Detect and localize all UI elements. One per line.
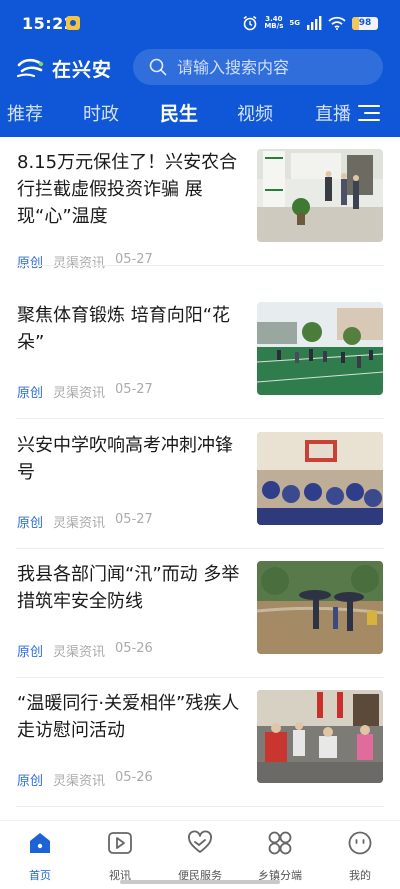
signal-bars-icon bbox=[307, 16, 322, 30]
wifi-icon bbox=[328, 16, 346, 30]
bottom-nav: 首页 视讯 便民服务 乡镇分端 我的 bbox=[0, 820, 400, 889]
news-item[interactable]: 8.15万元保住了！兴安农合行拦截虚假投资诈骗 展现“心”温度 原创 灵渠资讯 … bbox=[0, 137, 400, 271]
news-source: 灵渠资讯 bbox=[53, 386, 106, 401]
app-notification-icon bbox=[66, 16, 80, 30]
news-date: 05-27 bbox=[115, 512, 153, 527]
news-thumbnail[interactable] bbox=[257, 149, 383, 242]
news-meta: 原创 灵渠资讯 05-26 bbox=[17, 641, 153, 660]
grid-flower-icon bbox=[268, 831, 292, 855]
news-thumbnail[interactable] bbox=[257, 690, 383, 783]
home-indicator[interactable] bbox=[120, 880, 280, 884]
tab-recommend[interactable]: 推荐 bbox=[7, 100, 43, 126]
tab-video[interactable]: 视频 bbox=[237, 100, 273, 126]
news-meta: 原创 灵渠资讯 05-27 bbox=[17, 512, 153, 531]
tab-live[interactable]: 直播 bbox=[315, 100, 351, 126]
news-meta: 原创 灵渠资讯 05-27 bbox=[17, 382, 153, 401]
news-item[interactable]: 我县各部门闻“汛”而动 多举措筑牢安全防线 原创 灵渠资讯 05-26 bbox=[0, 549, 400, 678]
nav-towns[interactable]: 乡镇分端 bbox=[240, 829, 320, 883]
search-icon bbox=[149, 58, 167, 76]
brand-name: 在兴安 bbox=[52, 58, 113, 81]
news-meta: 原创 灵渠资讯 05-27 bbox=[17, 252, 153, 271]
news-source: 灵渠资讯 bbox=[53, 256, 106, 271]
original-tag: 原创 bbox=[17, 774, 44, 789]
net-speed: 3.40 MB/s bbox=[264, 15, 284, 30]
nav-label: 首页 bbox=[29, 869, 51, 882]
original-tag: 原创 bbox=[17, 256, 44, 271]
heart-hand-icon bbox=[188, 830, 212, 853]
nav-home[interactable]: 首页 bbox=[0, 829, 80, 883]
news-thumbnail[interactable] bbox=[257, 561, 383, 654]
news-meta: 原创 灵渠资讯 05-26 bbox=[17, 770, 153, 789]
news-source: 灵渠资讯 bbox=[53, 645, 106, 660]
news-item[interactable]: 聚焦体育锻炼 培育向阳“花朵” 原创 灵渠资讯 05-27 bbox=[0, 290, 400, 419]
menu-icon[interactable] bbox=[358, 102, 380, 124]
search-bar[interactable] bbox=[133, 49, 383, 85]
news-date: 05-27 bbox=[115, 252, 153, 267]
home-icon bbox=[30, 833, 50, 853]
original-tag: 原创 bbox=[17, 516, 44, 531]
news-title[interactable]: 我县各部门闻“汛”而动 多举措筑牢安全防线 bbox=[17, 561, 249, 615]
network-type: 5G bbox=[289, 19, 300, 27]
news-date: 05-27 bbox=[115, 382, 153, 397]
nav-video[interactable]: 视讯 bbox=[80, 829, 160, 883]
nav-label: 我的 bbox=[349, 869, 371, 882]
news-title[interactable]: 8.15万元保住了！兴安农合行拦截虚假投资诈骗 展现“心”温度 bbox=[17, 149, 249, 230]
news-item[interactable]: 兴安中学吹响高考冲刺冲锋号 原创 灵渠资讯 05-27 bbox=[0, 420, 400, 549]
status-icons: 3.40 MB/s 5G 98 bbox=[242, 13, 378, 33]
nav-mine[interactable]: 我的 bbox=[320, 829, 400, 883]
smile-face-icon bbox=[348, 831, 372, 855]
news-source: 灵渠资讯 bbox=[53, 516, 106, 531]
news-title[interactable]: 聚焦体育锻炼 培育向阳“花朵” bbox=[17, 302, 249, 356]
status-bar: 15:22 3.40 MB/s 5G 98 bbox=[0, 0, 400, 48]
news-title[interactable]: “温暖同行·关爱相伴”残疾人走访慰问活动 bbox=[17, 690, 249, 744]
nav-services[interactable]: 便民服务 bbox=[160, 829, 240, 883]
tab-livelihood[interactable]: 民生 bbox=[160, 99, 198, 126]
news-date: 05-26 bbox=[115, 770, 153, 785]
news-date: 05-26 bbox=[115, 641, 153, 656]
video-play-icon bbox=[108, 832, 132, 854]
news-item[interactable]: “温暖同行·关爱相伴”残疾人走访慰问活动 原创 灵渠资讯 05-26 bbox=[0, 678, 400, 807]
news-thumbnail[interactable] bbox=[257, 302, 383, 395]
news-source: 灵渠资讯 bbox=[53, 774, 106, 789]
battery-icon: 98 bbox=[352, 16, 378, 30]
search-input[interactable] bbox=[177, 57, 367, 77]
app-logo[interactable]: 在兴安 bbox=[16, 54, 112, 82]
original-tag: 原创 bbox=[17, 386, 44, 401]
channel-tabs: 推荐 时政 民生 视频 直播 bbox=[0, 96, 400, 134]
news-thumbnail[interactable] bbox=[257, 432, 383, 525]
alarm-icon bbox=[243, 15, 257, 31]
app-header: 15:22 3.40 MB/s 5G 98 在兴安 请输入搜索内容 推荐 时政 … bbox=[0, 0, 400, 137]
original-tag: 原创 bbox=[17, 645, 44, 660]
news-title[interactable]: 兴安中学吹响高考冲刺冲锋号 bbox=[17, 432, 249, 486]
tab-politics[interactable]: 时政 bbox=[83, 100, 119, 126]
brand-logo-icon bbox=[16, 58, 44, 78]
